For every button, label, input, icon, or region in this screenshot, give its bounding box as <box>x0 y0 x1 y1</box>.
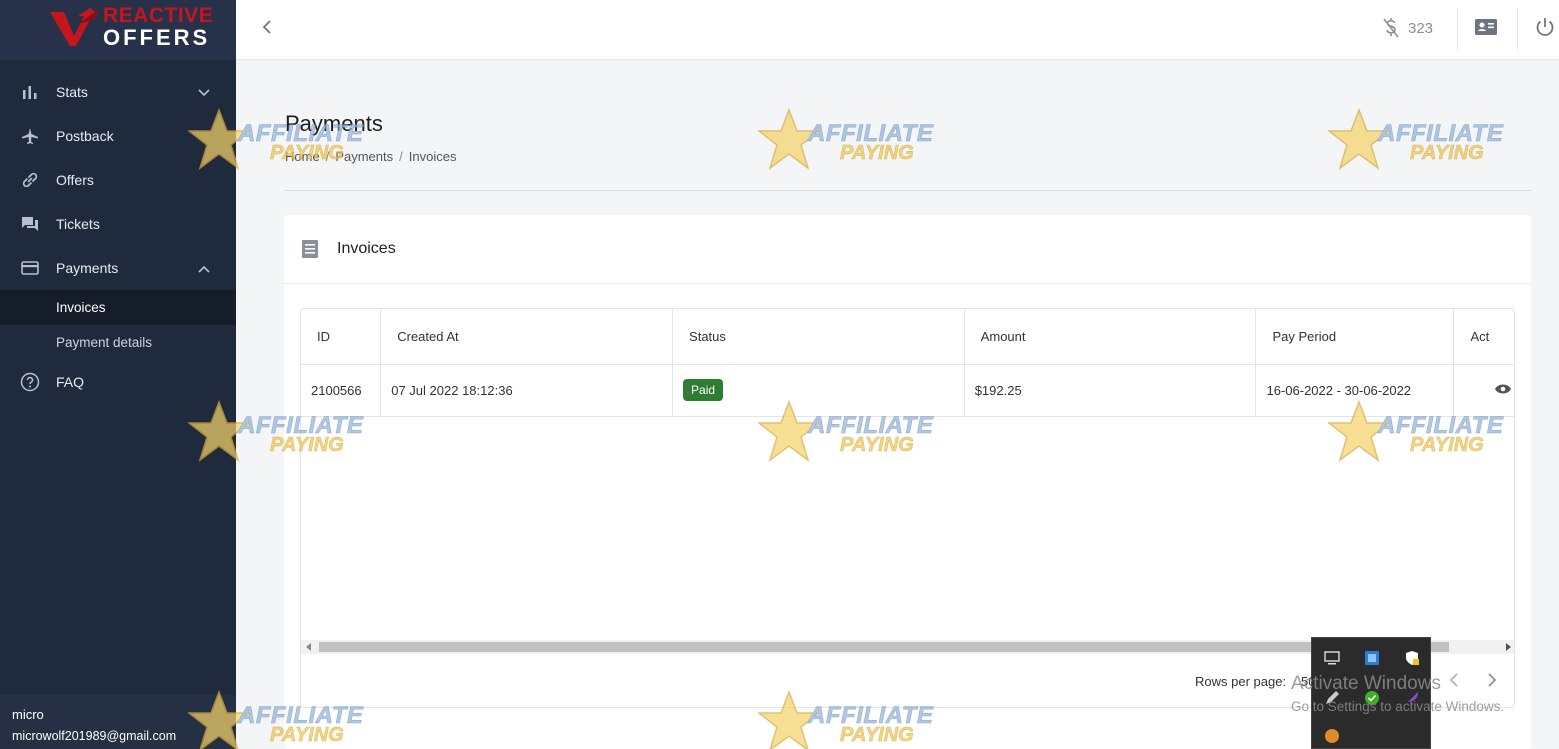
balance-value: 323 <box>1408 19 1434 37</box>
panel-title: Invoices <box>337 240 396 257</box>
chevron-right-icon[interactable] <box>1487 672 1497 693</box>
header-divider <box>284 190 1531 191</box>
app-icon[interactable] <box>1324 728 1340 744</box>
sidebar-item-label: Offers <box>56 172 94 188</box>
watermark-line2: PAYING <box>1410 142 1484 165</box>
scrollbar-thumb[interactable] <box>319 642 1449 652</box>
credit-card-icon <box>20 258 40 278</box>
chevron-left-icon[interactable] <box>260 17 274 42</box>
page-title: Payments <box>285 111 383 136</box>
activate-windows-title: Activate Windows <box>1291 673 1441 694</box>
scroll-left-arrow-icon[interactable] <box>306 643 311 651</box>
sidebar: REACTIVE OFFERS Stats Postback Offers Ti… <box>0 0 236 749</box>
chat-icon <box>20 214 40 234</box>
no-dollar-icon <box>1383 18 1399 38</box>
watermark: AFFILIATE PAYING <box>1328 108 1528 180</box>
scroll-right-arrow-icon[interactable] <box>1506 643 1511 651</box>
sidebar-item-label: FAQ <box>56 374 85 390</box>
status-badge: Paid <box>683 379 724 401</box>
sidebar-item-postback[interactable]: Postback <box>0 114 236 158</box>
invoices-table: ID Created At Status Amount Pay Period A… <box>301 309 1514 417</box>
chevron-up-icon <box>198 260 210 276</box>
top-bar: 323 <box>236 0 1559 60</box>
sidebar-item-payments[interactable]: Payments <box>0 246 236 290</box>
sidebar-item-label: Stats <box>56 84 88 100</box>
watermark-line1: AFFILIATE <box>1378 120 1504 148</box>
bar-chart-icon <box>20 82 40 102</box>
monitor-icon[interactable] <box>1324 650 1340 666</box>
power-icon[interactable] <box>1534 16 1556 43</box>
shield-icon[interactable] <box>1404 650 1420 666</box>
panel-header: Invoices <box>284 215 1531 284</box>
divider <box>1457 8 1458 50</box>
watermark-line1: AFFILIATE <box>808 120 934 148</box>
user-name: micro <box>12 707 44 722</box>
cell-id: 2100566 <box>301 364 382 417</box>
eye-icon[interactable] <box>1494 383 1512 395</box>
activate-windows-subtitle: Go to Settings to activate Windows. <box>1291 699 1505 714</box>
sidebar-nav: Stats Postback Offers Tickets Payments I… <box>0 70 236 404</box>
network-icon[interactable] <box>1364 650 1380 666</box>
brand-line2: OFFERS <box>103 25 211 50</box>
cell-amount: $192.25 <box>964 364 1257 417</box>
cell-status: Paid <box>672 364 965 417</box>
brand-logo[interactable]: REACTIVE OFFERS <box>0 0 236 60</box>
column-header-id[interactable]: ID <box>301 309 382 365</box>
logo-mark-icon <box>50 8 98 46</box>
sidebar-item-tickets[interactable]: Tickets <box>0 202 236 246</box>
divider <box>1517 8 1518 50</box>
breadcrumb-payments[interactable]: Payments <box>335 149 393 164</box>
breadcrumb-invoices: Invoices <box>408 149 457 164</box>
cell-created-at: 07 Jul 2022 18:12:36 <box>380 364 674 417</box>
star-icon <box>758 108 820 170</box>
breadcrumb: Home / Payments / Invoices <box>285 149 456 164</box>
user-email: microwolf201989@gmail.com <box>12 729 177 743</box>
help-circle-icon <box>20 372 40 392</box>
sidebar-item-label: Postback <box>56 128 114 144</box>
user-info: micro microwolf201989@gmail.com <box>0 695 236 749</box>
column-header-pay-period[interactable]: Pay Period <box>1255 309 1455 365</box>
sidebar-subitem-payment-details[interactable]: Payment details <box>0 325 236 360</box>
sidebar-item-offers[interactable]: Offers <box>0 158 236 202</box>
column-header-created-at[interactable]: Created At <box>380 309 674 365</box>
cell-pay-period: 16-06-2022 - 30-06-2022 <box>1255 364 1455 417</box>
cell-actions <box>1453 364 1514 417</box>
star-icon <box>1328 108 1390 170</box>
balance-indicator[interactable]: 323 <box>1382 17 1433 39</box>
column-header-status[interactable]: Status <box>672 309 965 365</box>
table-header-row: ID Created At Status Amount Pay Period A… <box>301 309 1514 365</box>
document-list-icon <box>301 239 319 259</box>
sidebar-subitem-invoices[interactable]: Invoices <box>0 290 236 325</box>
contact-card-icon[interactable] <box>1474 17 1498 42</box>
sidebar-item-label: Payments <box>56 260 119 276</box>
chevron-down-icon <box>198 84 210 100</box>
rows-per-page-label: Rows per page: <box>1195 674 1287 689</box>
watermark: AFFILIATE PAYING <box>758 108 958 180</box>
breadcrumb-separator: / <box>399 149 403 164</box>
breadcrumb-home[interactable]: Home <box>285 149 320 164</box>
sidebar-item-stats[interactable]: Stats <box>0 70 236 114</box>
table-row: 2100566 07 Jul 2022 18:12:36 Paid $192.2… <box>301 364 1514 417</box>
column-header-actions[interactable]: Act <box>1453 309 1514 365</box>
sidebar-item-faq[interactable]: FAQ <box>0 360 236 404</box>
watermark-line2: PAYING <box>840 142 914 165</box>
airplane-icon <box>20 126 40 146</box>
chevron-left-icon[interactable] <box>1449 672 1459 693</box>
sidebar-item-label: Tickets <box>56 216 100 232</box>
column-header-amount[interactable]: Amount <box>964 309 1257 365</box>
link-icon <box>20 170 40 190</box>
breadcrumb-separator: / <box>325 149 330 164</box>
